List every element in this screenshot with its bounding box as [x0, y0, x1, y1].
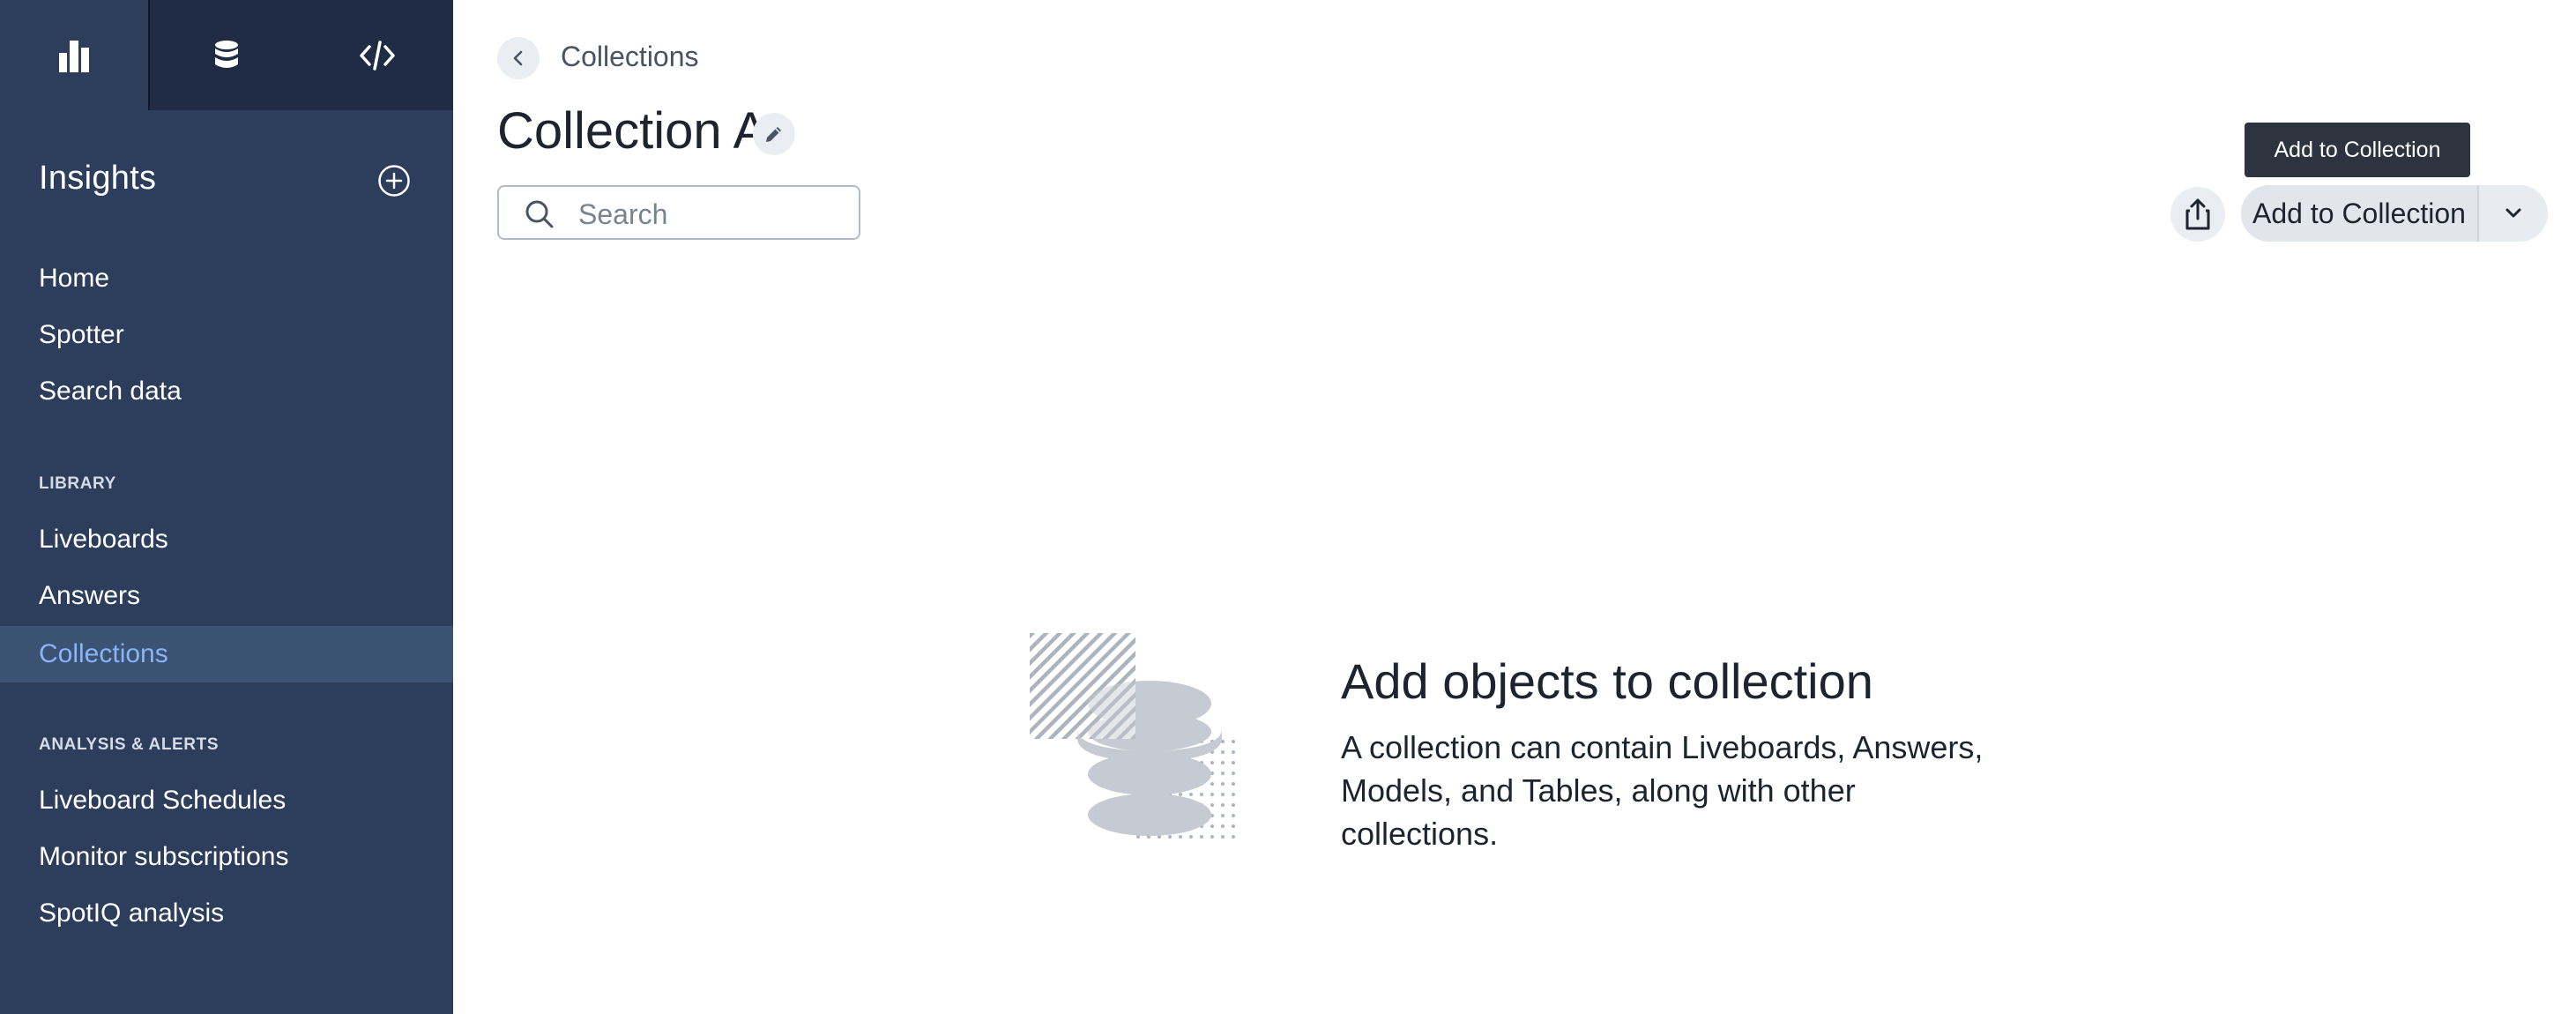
add-to-collection-button[interactable]: Add to Collection — [2241, 185, 2477, 242]
library-heading: LIBRARY — [39, 474, 116, 493]
add-circle-icon[interactable] — [377, 164, 411, 198]
empty-collection-illustration — [1030, 633, 1241, 845]
bar-chart-icon — [59, 40, 89, 72]
sidebar-item-answers[interactable]: Answers — [0, 569, 453, 623]
sidebar-item-search-data[interactable]: Search data — [0, 364, 453, 419]
sidebar: Insights Home Spotter Search data LIBRAR… — [0, 0, 453, 1014]
breadcrumb[interactable]: Collections — [561, 41, 699, 73]
empty-state-title: Add objects to collection — [1341, 653, 1873, 709]
code-icon — [359, 40, 395, 71]
sidebar-app-switcher — [0, 0, 453, 110]
search-icon — [525, 200, 554, 228]
sidebar-item-monitor-subscriptions[interactable]: Monitor subscriptions — [0, 830, 453, 884]
database-icon — [214, 40, 238, 68]
sidebar-item-home[interactable]: Home — [0, 251, 453, 306]
edit-title-button[interactable] — [753, 113, 795, 155]
empty-state-description: A collection can contain Liveboards, Ans… — [1341, 726, 2011, 855]
sidebar-item-liveboards[interactable]: Liveboards — [0, 512, 453, 567]
add-to-collection-tooltip: Add to Collection — [2245, 123, 2470, 177]
sidebar-item-liveboard-schedules[interactable]: Liveboard Schedules — [0, 773, 453, 828]
search-input[interactable] — [577, 196, 845, 233]
tab-develop[interactable] — [301, 0, 453, 110]
empty-state-description-line: A collection can contain Liveboards, Ans… — [1341, 729, 1984, 765]
sidebar-item-spotiq-analysis[interactable]: SpotIQ analysis — [0, 886, 453, 941]
chevron-down-icon — [2505, 208, 2521, 218]
empty-state-description-line: Models, and Tables, along with other col… — [1341, 772, 1856, 852]
tab-data[interactable] — [148, 0, 302, 110]
share-icon — [2185, 198, 2210, 230]
page-title: Collection A — [497, 102, 768, 160]
back-button[interactable] — [497, 37, 540, 79]
sidebar-item-collections[interactable]: Collections — [0, 626, 453, 682]
analysis-alerts-heading: ANALYSIS & ALERTS — [39, 735, 220, 754]
share-button[interactable] — [2170, 187, 2225, 242]
add-to-collection-split-button: Add to Collection — [2241, 185, 2548, 242]
tab-insights[interactable] — [0, 0, 148, 110]
add-options-dropdown-button[interactable] — [2479, 185, 2548, 242]
chevron-left-icon — [513, 50, 523, 66]
search-input-wrapper[interactable] — [497, 185, 860, 240]
sidebar-item-spotter[interactable]: Spotter — [0, 308, 453, 362]
pencil-icon — [766, 127, 781, 142]
sidebar-title: Insights — [39, 160, 157, 197]
